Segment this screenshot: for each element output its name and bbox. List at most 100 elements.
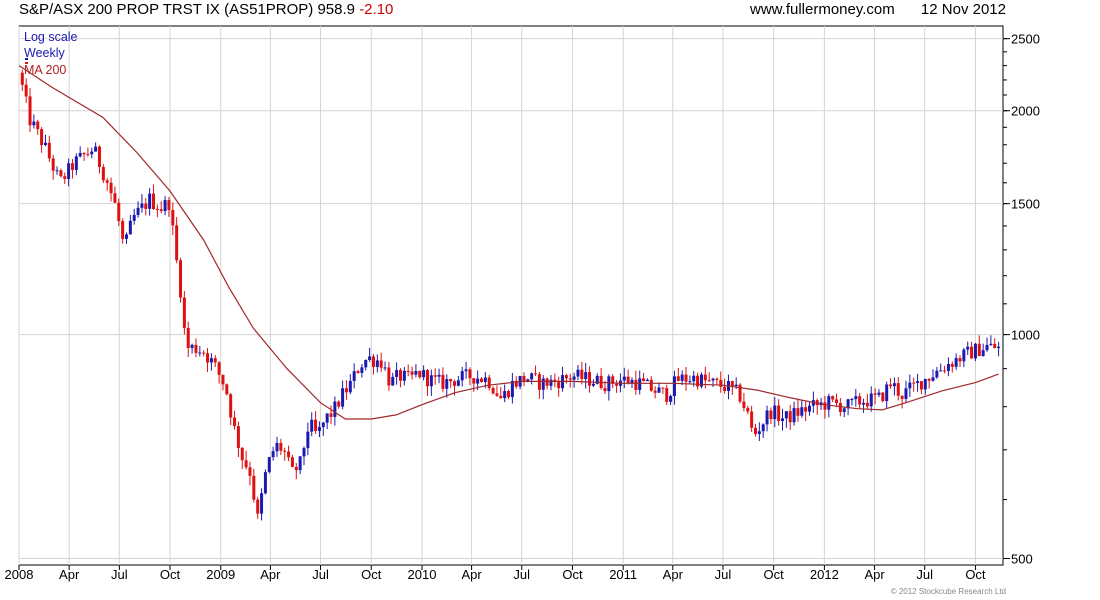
candle-down [356,371,360,373]
candle-up [765,410,769,425]
candle-down [777,405,781,422]
candle-down [900,395,904,399]
candle-down [387,367,391,386]
candle-up [271,451,275,458]
legend-scale: Log scale [24,30,78,44]
x-tick-label: Jul [715,567,732,582]
candle-up [935,370,939,378]
candle-down [248,467,252,476]
candle-down [491,388,495,394]
candle-down [329,413,333,417]
candle-down [889,384,893,387]
candle-up [368,356,372,361]
candle-down [788,411,792,423]
candle-up [939,370,943,372]
candle-down [642,378,646,382]
candle-down [703,374,707,381]
candle-up [302,448,306,457]
candle-down [865,402,869,407]
candle-down [804,407,808,412]
candle-down [993,343,997,349]
candle-up [946,363,950,371]
x-tick-label: 2011 [609,567,637,582]
candle-up [360,367,364,373]
candle-up [391,376,395,386]
candle-up [460,371,464,381]
candle-up [761,424,765,432]
candle-down [217,362,221,375]
x-tick-label: Apr [461,567,482,582]
candle-up [352,371,356,381]
x-tick-label: Jul [916,567,933,582]
candle-down [881,392,885,402]
candle-down [144,203,148,209]
candle-up [74,156,78,170]
candle-up [437,374,441,377]
x-tick-label: 2010 [408,567,437,582]
candle-down [159,209,163,212]
candle-down [480,378,484,382]
candle-down [279,442,283,451]
candle-down [371,356,375,367]
candle-up [402,370,406,381]
candle-up [549,379,553,386]
candle-down [221,374,225,385]
candle-up [530,373,534,380]
candle-down [109,182,113,194]
copyright-notice: © 2012 Stockcube Research Ltd [890,587,1006,596]
candle-up [260,493,264,514]
candle-down [634,379,638,391]
y-tick-label: 2500 [1011,32,1040,47]
candle-up [263,472,267,494]
candle-up [734,384,738,387]
candle-down [696,375,700,387]
candle-down [896,383,900,396]
candle-down [950,363,954,367]
candle-up [962,349,966,362]
candle-up [584,372,588,380]
candle-down [723,386,727,391]
plot-frame [18,25,1004,566]
candle-down [59,170,63,177]
candle-down [653,390,657,393]
candle-up [325,413,329,423]
candle-up [784,411,788,419]
candle-down [499,395,503,399]
candle-down [244,460,248,468]
candle-up [476,378,480,384]
x-tick-label: Oct [361,567,382,582]
x-tick-label: Apr [260,567,281,582]
candle-down [858,396,862,405]
candle-up [148,193,152,209]
candle-down [545,378,549,386]
candle-down [425,370,429,387]
candle-up [275,442,279,452]
candle-up [908,382,912,389]
candle-up [317,427,321,431]
candle-down [838,403,842,412]
candle-up [90,151,94,155]
candle-up [132,214,136,221]
candle-down [283,450,287,452]
candle-down [534,373,538,375]
candle-up [503,391,507,399]
candle-down [615,383,619,386]
candle-up [885,384,889,402]
candle-up [576,369,580,377]
candle-down [487,377,491,389]
candle-up [67,163,71,179]
candle-down [202,352,206,354]
candle-up [364,360,368,368]
candle-up [773,405,777,420]
candle-down [912,382,916,384]
candle-up [792,408,796,423]
legend-period: Weekly [24,46,65,60]
candle-down [564,375,568,379]
candle-down [495,393,499,396]
candle-up [692,375,696,382]
candle-down [958,358,962,362]
candle-down [873,393,877,395]
candle-up [966,346,970,350]
candle-up [163,200,167,212]
candle-down [344,388,348,393]
